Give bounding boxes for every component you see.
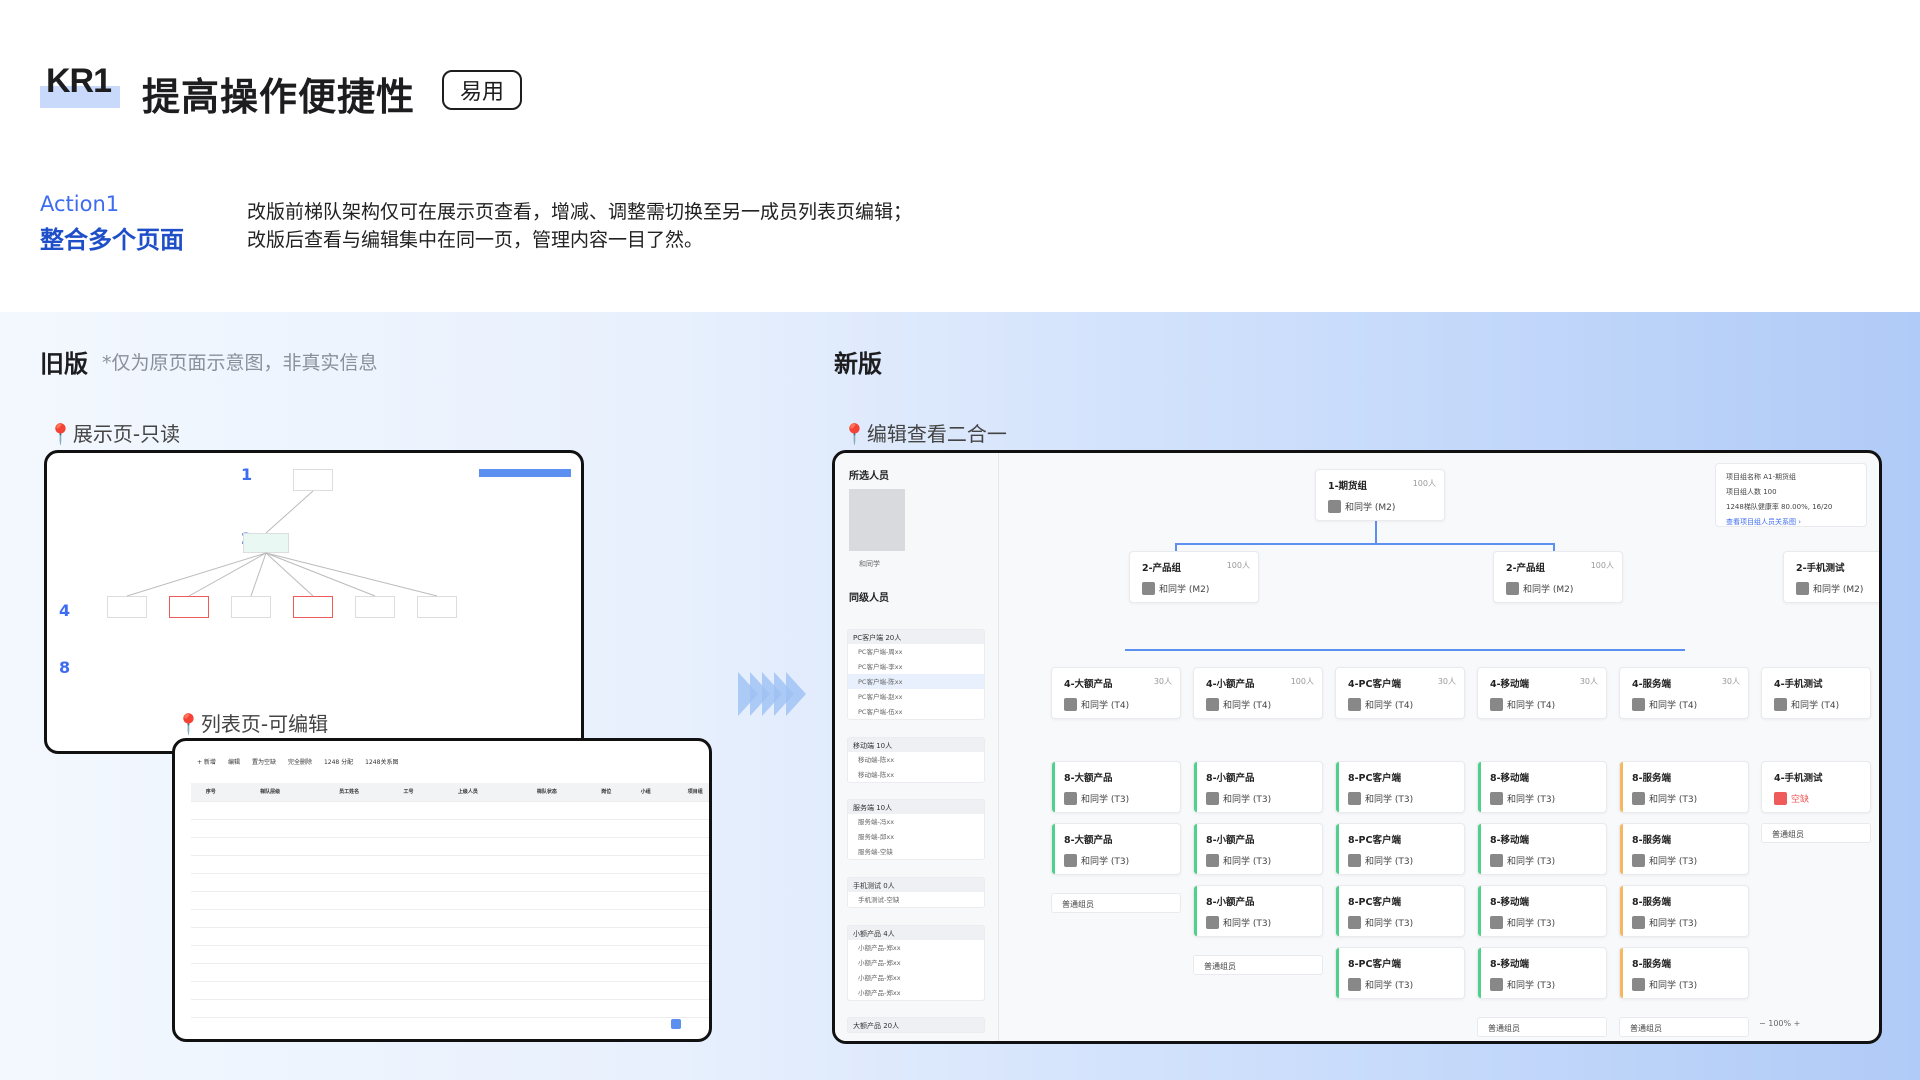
old-list-page: + 新增 编辑 置为空缺 完全删除 1248 分配 1248关系图 序号 梯队层级… <box>172 738 712 1042</box>
org-card[interactable]: 4-大额产品 30人 和同学 (T4) <box>1051 667 1181 719</box>
relation-link[interactable]: 查看项目组人员关系图 › <box>1726 515 1856 530</box>
description-line-2: 改版后查看与编辑集中在同一页，管理内容一目了然。 <box>247 229 704 251</box>
selected-heading: 所选人员 <box>849 471 889 482</box>
org-card[interactable]: 4-移动端 30人 和同学 (T4) <box>1477 667 1607 719</box>
org-card-level8[interactable]: 8-服务端 和同学 (T3) <box>1619 947 1749 999</box>
peer-group[interactable]: 小额产品 4人 小额产品-郑xx 小额产品-郑xx 小额产品-郑xx 小额产品-… <box>847 925 985 1001</box>
org-card-level8[interactable]: 8-小额产品 和同学 (T3) <box>1193 885 1323 937</box>
old-note: *仅为原页面示意图，非真实信息 <box>102 352 378 374</box>
table-row <box>191 963 709 982</box>
zoom-controls[interactable]: − 100% + <box>1759 1019 1800 1028</box>
display-page-label: 📍展示页-只读 <box>48 422 181 446</box>
org-card-level8[interactable]: 8-移动端 和同学 (T3) <box>1477 761 1607 813</box>
org-card[interactable]: 2-手机测试 和同学 (M2) <box>1783 551 1879 603</box>
action-label: Action1 <box>40 192 120 216</box>
peer-group[interactable]: 大额产品 20人 <box>847 1017 985 1033</box>
table-row <box>191 819 709 838</box>
old-heading: 旧版 <box>40 350 88 378</box>
org-card-level8[interactable]: 8-大额产品 和同学 (T3) <box>1051 761 1181 813</box>
org-card-level8[interactable]: 8-小额产品 和同学 (T3) <box>1193 823 1323 875</box>
org-card[interactable]: 2-产品组 100人 和同学 (M2) <box>1493 551 1623 603</box>
org-card-level8[interactable]: 8-服务端 和同学 (T3) <box>1619 761 1749 813</box>
list-page-label: 📍列表页-可编辑 <box>176 712 329 736</box>
toolbar-relation[interactable]: 1248关系图 <box>365 757 398 766</box>
table-row <box>191 981 709 1000</box>
tag-badge: 易用 <box>442 70 522 110</box>
org-card-vacant[interactable]: 4-手机测试 空缺 <box>1761 761 1871 813</box>
org-card[interactable]: 2-产品组 100人 和同学 (M2) <box>1129 551 1259 603</box>
org-card-level8[interactable]: 8-移动端 和同学 (T3) <box>1477 885 1607 937</box>
normal-members-select[interactable]: 普通组员 <box>1051 893 1181 913</box>
peers-heading: 同级人员 <box>849 593 889 604</box>
org-card-level8[interactable]: 8-服务端 和同学 (T3) <box>1619 823 1749 875</box>
old-table: 序号 梯队层级 员工姓名 工号 上级人员 梯队状态 岗位 小组 项目组 <box>191 783 709 1018</box>
person-name: 和同学 <box>859 560 880 568</box>
toolbar-assign[interactable]: 1248 分配 <box>324 757 353 766</box>
new-page-label: 📍编辑查看二合一 <box>842 422 1007 446</box>
org-card-level8[interactable]: 8-移动端 和同学 (T3) <box>1477 947 1607 999</box>
peer-group[interactable]: 手机测试 0人 手机测试-空缺 <box>847 877 985 908</box>
avatar <box>1328 500 1341 513</box>
org-card-level8[interactable]: 8-PC客户端 和同学 (T3) <box>1335 761 1465 813</box>
table-row <box>191 945 709 964</box>
toolbar-vacant[interactable]: 置为空缺 <box>252 757 276 766</box>
org-card[interactable]: 4-PC客户端 30人 和同学 (T4) <box>1335 667 1465 719</box>
pin-icon: 📍 <box>842 422 867 446</box>
table-row <box>191 927 709 946</box>
description-line-1: 改版前梯队架构仅可在展示页查看，增减、调整需切换至另一成员列表页编辑； <box>247 201 913 223</box>
old-toolbar: + 新增 编辑 置为空缺 完全删除 1248 分配 1248关系图 <box>197 757 398 766</box>
peer-group[interactable]: PC客户端 20人 PC客户端-周xx PC客户端-李xx PC客户端-陈xx … <box>847 629 985 720</box>
org-card[interactable]: 4-手机测试 和同学 (T4) <box>1761 667 1871 719</box>
pin-icon: 📍 <box>176 712 201 736</box>
pin-icon: 📍 <box>48 422 73 446</box>
transition-arrows <box>738 672 806 716</box>
project-info-card: 项目组名称 A1-期货组 项目组人数 100 1248梯队健康率 80.00%, 1… <box>1715 463 1867 527</box>
table-row <box>191 837 709 856</box>
action-title: 整合多个页面 <box>40 226 184 254</box>
page-title: 提高操作便捷性 <box>142 75 416 119</box>
table-row <box>191 855 709 874</box>
table-row <box>191 873 709 892</box>
people-panel: 所选人员 和同学 同级人员 PC客户端 20人 PC客户端-周xx PC客户端-… <box>835 453 999 1041</box>
org-card-level8[interactable]: 8-移动端 和同学 (T3) <box>1477 823 1607 875</box>
normal-members-select[interactable]: 普通组员 <box>1193 955 1323 975</box>
kr-label: KR1 <box>46 62 112 100</box>
person-photo <box>849 489 905 551</box>
table-row <box>191 891 709 910</box>
peer-group[interactable]: 移动端 10人 移动端-陈xx 移动端-陈xx <box>847 737 985 783</box>
toolbar-add[interactable]: + 新增 <box>197 757 216 766</box>
org-card-level8[interactable]: 8-PC客户端 和同学 (T3) <box>1335 823 1465 875</box>
org-card-level8[interactable]: 8-小额产品 和同学 (T3) <box>1193 761 1323 813</box>
org-card[interactable]: 1-期货组 100人 和同学 (M2) <box>1315 469 1445 521</box>
org-card-level8[interactable]: 8-大额产品 和同学 (T3) <box>1051 823 1181 875</box>
toolbar-edit[interactable]: 编辑 <box>228 757 240 766</box>
normal-members-select[interactable]: 普通组员 <box>1477 1017 1607 1037</box>
normal-members-select[interactable]: 普通组员 <box>1761 823 1871 843</box>
org-card-level8[interactable]: 8-PC客户端 和同学 (T3) <box>1335 885 1465 937</box>
org-card-level8[interactable]: 8-服务端 和同学 (T3) <box>1619 885 1749 937</box>
table-row <box>191 801 709 820</box>
table-row <box>191 999 709 1018</box>
peer-group[interactable]: 服务端 10人 服务端-冯xx 服务端-邱xx 服务端-空缺 <box>847 799 985 860</box>
new-editor-page: 所选人员 和同学 同级人员 PC客户端 20人 PC客户端-周xx PC客户端-… <box>832 450 1882 1044</box>
org-card[interactable]: 4-小额产品 100人 和同学 (T4) <box>1193 667 1323 719</box>
pagination-button[interactable] <box>671 1019 681 1029</box>
normal-members-select[interactable]: 普通组员 <box>1619 1017 1749 1037</box>
toolbar-delete[interactable]: 完全删除 <box>288 757 312 766</box>
org-card-level8[interactable]: 8-PC客户端 和同学 (T3) <box>1335 947 1465 999</box>
org-card[interactable]: 4-服务端 30人 和同学 (T4) <box>1619 667 1749 719</box>
table-row <box>191 909 709 928</box>
new-heading: 新版 <box>834 350 882 378</box>
